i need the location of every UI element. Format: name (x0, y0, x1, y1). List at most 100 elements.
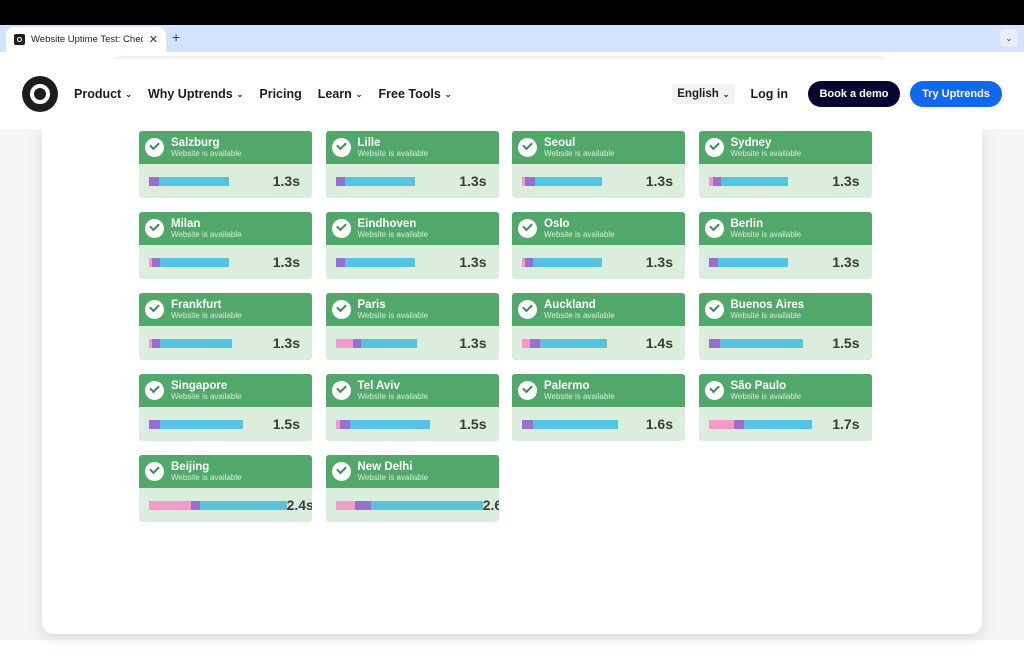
response-time: 1.3s (832, 254, 860, 270)
nav-product[interactable]: Product ⌄ (74, 87, 132, 101)
chevron-down-icon: ⌄ (125, 89, 132, 99)
city-name: Milan (171, 218, 201, 230)
card-title-group: Eindhoven Website is available (358, 218, 429, 239)
connect-segment (713, 176, 722, 186)
browser-tab[interactable]: Website Uptime Test: Check ✕ (6, 27, 166, 52)
tab-title: Website Uptime Test: Check (31, 34, 143, 45)
location-card: Eindhoven Website is available 1.3s (325, 212, 499, 279)
chevron-down-icon: ⌄ (355, 89, 363, 99)
timing-bar (522, 338, 607, 348)
availability-status: Website is available (544, 230, 615, 239)
card-title-group: Sydney Website is available (731, 137, 802, 158)
close-tab-icon[interactable]: ✕ (149, 33, 158, 46)
city-name: Buenos Aires (730, 299, 805, 311)
nav-label: Learn (317, 87, 352, 101)
check-circle-icon (518, 381, 537, 400)
connect-segment (335, 176, 346, 186)
uptrends-favicon-icon (14, 34, 25, 45)
download-segment (160, 419, 244, 429)
timing-bar (149, 176, 229, 186)
response-time: 1.5s (832, 335, 860, 351)
nav-label: Pricing (259, 87, 302, 101)
nav-free-tools[interactable]: Free Tools ⌄ (379, 87, 452, 101)
timing-bar (708, 419, 813, 429)
check-circle-icon (518, 219, 537, 238)
new-tab-icon[interactable]: + (172, 29, 180, 45)
check-circle-icon (331, 138, 351, 157)
content-area: Salzburg Website is available 1.3s Lille… (0, 129, 1024, 640)
response-time: 1.3s (272, 254, 300, 270)
nav-why-uptrends[interactable]: Why Uptrends ⌄ (148, 87, 243, 101)
availability-status: Website is available (171, 230, 242, 239)
check-circle-icon (704, 300, 724, 319)
location-card: Tel Aviv Website is available 1.5s (325, 374, 499, 441)
download-segment (200, 500, 287, 510)
tab-strip: Website Uptime Test: Check ✕ + ⌄ (0, 25, 1024, 52)
chevron-down-icon: ⌄ (722, 89, 730, 99)
location-card: Seoul Website is available 1.3s (512, 131, 685, 198)
nav-pricing[interactable]: Pricing (259, 87, 301, 101)
timing-bar (335, 338, 418, 348)
screen-top-bezel (0, 0, 1024, 25)
availability-status: Website is available (171, 392, 242, 401)
card-header: Salzburg Website is available (139, 131, 312, 164)
availability-status: Website is available (357, 473, 429, 482)
response-time: 1.3s (459, 254, 487, 270)
card-body: 1.3s (512, 164, 685, 198)
card-header: Frankfurt Website is available (139, 293, 312, 326)
card-body: 1.5s (699, 326, 872, 360)
card-title-group: Buenos Aires Website is available (731, 299, 805, 320)
availability-status: Website is available (171, 473, 242, 482)
nav-label: Why Uptrends (147, 87, 233, 101)
availability-status: Website is available (357, 311, 429, 320)
dns-segment (335, 338, 354, 348)
check-circle-icon (145, 138, 164, 157)
card-title-group: Auckland Website is available (544, 299, 615, 320)
uptrends-logo[interactable] (22, 76, 58, 112)
card-body: 1.3s (139, 326, 312, 360)
location-card: Berlin Website is available 1.3s (698, 212, 872, 279)
try-uptrends-button[interactable]: Try Uptrends (910, 81, 1002, 107)
location-card: Lille Website is available 1.3s (325, 131, 499, 198)
response-time: 1.3s (272, 335, 300, 351)
card-title-group: New Delhi Website is available (358, 461, 429, 482)
availability-status: Website is available (730, 311, 802, 320)
download-segment (721, 176, 789, 186)
timing-bar (149, 500, 287, 510)
nav-learn[interactable]: Learn ⌄ (318, 87, 363, 101)
dns-segment (708, 419, 735, 429)
connect-segment (530, 338, 540, 348)
card-header: Lille Website is available (325, 131, 499, 164)
availability-status: Website is available (730, 230, 802, 239)
connect-segment (708, 338, 720, 348)
connect-segment (335, 257, 346, 267)
language-label: English (677, 88, 719, 100)
tab-search-chevron-icon[interactable]: ⌄ (1000, 29, 1018, 47)
response-time: 1.5s (459, 416, 487, 432)
check-circle-icon (331, 462, 351, 481)
language-select[interactable]: English ⌄ (672, 84, 735, 104)
connect-segment (190, 500, 201, 510)
timing-bar (149, 338, 233, 348)
card-header: New Delhi Website is available (325, 455, 499, 488)
response-time: 1.3s (459, 335, 487, 351)
timing-bar (522, 176, 602, 186)
chevron-down-icon: ⌄ (236, 89, 244, 99)
connect-segment (149, 176, 159, 186)
chevron-down-icon: ⌄ (444, 89, 452, 99)
response-time: 2.4s (286, 497, 312, 513)
card-header: Eindhoven Website is available (325, 212, 499, 245)
availability-status: Website is available (171, 311, 242, 320)
download-segment (158, 176, 229, 186)
location-card: Beijing Website is available 2.4s (139, 455, 312, 522)
card-body: 1.6s (512, 407, 685, 441)
connect-segment (149, 419, 161, 429)
connect-segment (525, 257, 534, 267)
login-link[interactable]: Log in (751, 87, 789, 101)
card-header: Sydney Website is available (698, 131, 872, 164)
connect-segment (354, 500, 371, 510)
book-demo-button[interactable]: Book a demo (808, 81, 900, 107)
card-header: Palermo Website is available (512, 374, 685, 407)
availability-status: Website is available (544, 392, 615, 401)
response-time: 1.5s (272, 416, 300, 432)
